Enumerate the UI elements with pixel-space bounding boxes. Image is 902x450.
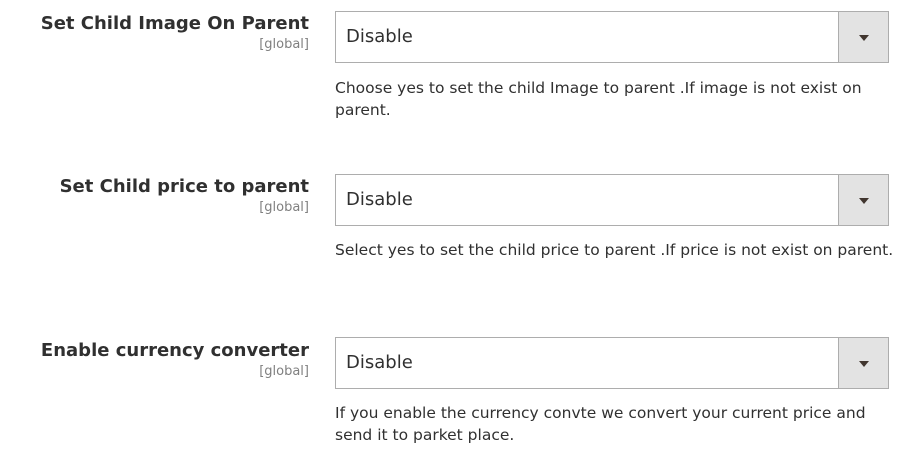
scope-label: [global] [259,364,309,379]
field-label: Set Child Image On Parent [global] [0,13,309,53]
dropdown-toggle-button[interactable] [838,338,888,388]
set-child-image-select[interactable]: Disable [335,11,889,63]
dropdown-toggle-button[interactable] [838,175,888,225]
scope-label: [global] [259,37,309,52]
set-child-price-select[interactable]: Disable [335,174,889,226]
field-title: Set Child price to parent [59,176,309,197]
field-note: Select yes to set the child price to par… [335,241,894,259]
chevron-down-icon [858,35,869,41]
select-value: Disable [346,26,413,47]
field-label: Set Child price to parent [global] [0,176,309,216]
field-label: Enable currency converter [global] [0,340,309,380]
scope-label: [global] [259,200,309,215]
field-note: If you enable the currency convte we con… [335,404,866,444]
field-title: Enable currency converter [40,340,309,361]
chevron-down-icon [858,361,869,367]
field-title: Set Child Image On Parent [40,13,309,34]
select-value: Disable [346,189,413,210]
chevron-down-icon [858,198,869,204]
dropdown-toggle-button[interactable] [838,12,888,62]
field-note: Choose yes to set the child Image to par… [335,79,862,119]
enable-currency-converter-select[interactable]: Disable [335,337,889,389]
select-value: Disable [346,352,413,373]
